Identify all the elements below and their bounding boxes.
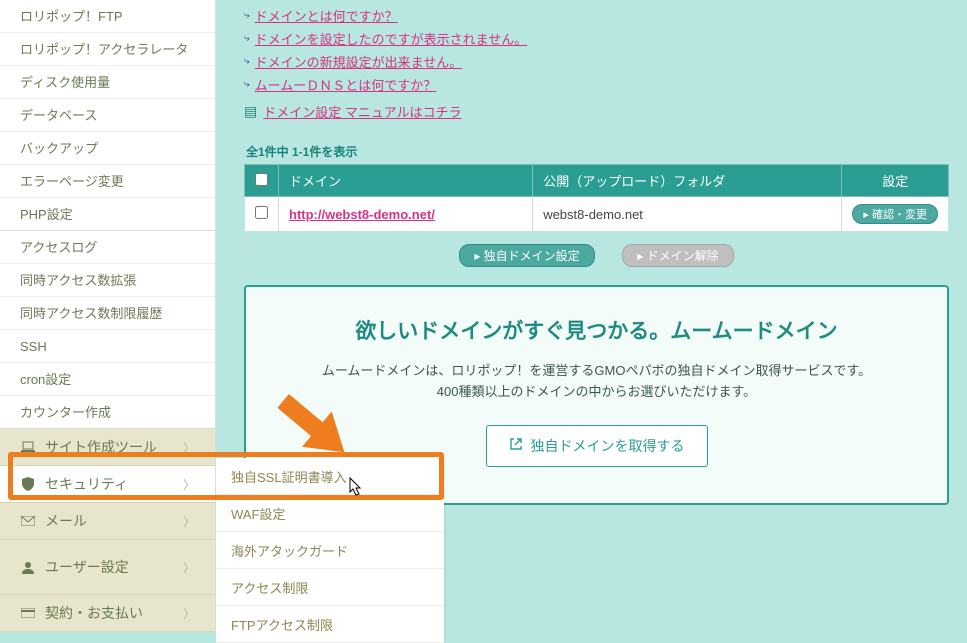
sidebar: ロリポップ！FTP ロリポップ！アクセラレータ ディスク使用量 データベース バ… (0, 0, 216, 632)
cat-site-tools[interactable]: サイト作成ツール 〉 (0, 429, 215, 466)
cat-label: セキュリティ (45, 474, 183, 494)
side-errorpage[interactable]: エラーページ変更 (0, 165, 215, 198)
domain-release-button[interactable]: ▸ ドメイン解除 (622, 244, 733, 267)
chevron-right-icon: 〉 (183, 513, 195, 530)
cat-user[interactable]: ユーザー設定 〉 (0, 540, 215, 595)
manual-link[interactable]: ドメイン設定 マニュアルはコチラ (263, 102, 461, 121)
side-php[interactable]: PHP設定 (0, 198, 215, 231)
side-ftp[interactable]: ロリポップ！FTP (0, 0, 215, 33)
mail-icon (20, 516, 35, 526)
cat-billing[interactable]: 契約・お支払い 〉 (0, 595, 215, 632)
bullet-icon: ⤷ (244, 56, 250, 67)
th-checkbox (245, 165, 279, 197)
folder-cell: webst8-demo.net (533, 197, 842, 232)
side-cron[interactable]: cron設定 (0, 363, 215, 396)
table-row: http://webst8-demo.net/ webst8-demo.net … (245, 197, 949, 232)
own-domain-settings-button[interactable]: ▸ 独自ドメイン設定 (459, 244, 594, 267)
th-domain: ドメイン (279, 165, 533, 197)
side-accesslog[interactable]: アクセスログ (0, 231, 215, 264)
faq-link-4[interactable]: ムームーＤＮＳとは何ですか？ (255, 75, 437, 94)
card-icon (20, 608, 35, 618)
promo-cta-label: 独自ドメインを取得する (531, 436, 685, 456)
get-domain-button[interactable]: 独自ドメインを取得する (486, 425, 708, 467)
side-counter[interactable]: カウンター作成 (0, 396, 215, 429)
domain-link[interactable]: http://webst8-demo.net/ (289, 207, 435, 222)
domain-table: ドメイン 公開（アップロード）フォルダ 設定 http://webst8-dem… (244, 164, 949, 232)
faq-link-3[interactable]: ドメインの新規設定が出来ません。 (255, 52, 463, 71)
chevron-right-icon: 〉 (183, 559, 195, 576)
submenu-attack-guard[interactable]: 海外アタックガード (216, 532, 444, 569)
faq-link-2[interactable]: ドメインを設定したのですが表示されません。 (255, 29, 528, 48)
user-icon (20, 561, 35, 574)
select-all-checkbox[interactable] (255, 173, 268, 186)
promo-title: 欲しいドメインがすぐ見つかる。ムームードメイン (270, 315, 923, 345)
submenu-ftp-access[interactable]: FTPアクセス制限 (216, 606, 444, 643)
submenu-access[interactable]: アクセス制限 (216, 569, 444, 606)
cat-label: 契約・お支払い (45, 603, 183, 623)
submenu-ssl[interactable]: 独自SSL証明書導入 (216, 458, 444, 495)
side-ssh[interactable]: SSH (0, 330, 215, 363)
th-settings: 設定 (842, 165, 949, 197)
side-backup[interactable]: バックアップ (0, 132, 215, 165)
chevron-right-icon: 〉 (183, 605, 195, 622)
table-actions: ▸ 独自ドメイン設定 ▸ ドメイン解除 (244, 244, 949, 267)
faq-link-1[interactable]: ドメインとは何ですか？ (255, 6, 398, 25)
bullet-icon: ⤷ (244, 79, 250, 90)
external-link-icon (509, 437, 523, 454)
cat-security[interactable]: セキュリティ 〉 (0, 466, 215, 503)
chevron-right-icon: 〉 (183, 476, 195, 493)
side-disk[interactable]: ディスク使用量 (0, 66, 215, 99)
confirm-change-button[interactable]: ▸ 確認・変更 (852, 204, 938, 224)
cat-mail[interactable]: メール 〉 (0, 503, 215, 540)
submenu-waf[interactable]: WAF設定 (216, 495, 444, 532)
shield-icon (20, 477, 35, 491)
doc-icon: ▤ (244, 103, 257, 120)
bullet-icon: ⤷ (244, 10, 250, 21)
table-count: 全1件中 1-1件を表示 (246, 143, 949, 160)
faq-list: ⤷ ドメインとは何ですか？ ⤷ ドメインを設定したのですが表示されません。 ⤷ ドメイ… (244, 4, 949, 121)
th-folder: 公開（アップロード）フォルダ (533, 165, 842, 197)
cat-label: サイト作成ツール (45, 437, 183, 457)
security-submenu: 独自SSL証明書導入 WAF設定 海外アタックガード アクセス制限 FTPアクセ… (216, 458, 444, 643)
cat-label: ユーザー設定 (45, 557, 183, 577)
chevron-right-icon: 〉 (183, 439, 195, 456)
side-concurrent-hist[interactable]: 同時アクセス数制限履歴 (0, 297, 215, 330)
side-db[interactable]: データベース (0, 99, 215, 132)
promo-text-1: ムームードメインは、ロリポップ！を運営するGMOペパボの独自ドメイン取得サービス… (270, 361, 923, 382)
promo-text-2: 400種類以上のドメインの中からお選びいただけます。 (270, 382, 923, 403)
cat-label: メール (45, 511, 183, 531)
bullet-icon: ⤷ (244, 33, 250, 44)
laptop-icon (20, 441, 35, 453)
side-concurrent-ext[interactable]: 同時アクセス数拡張 (0, 264, 215, 297)
side-accelerator[interactable]: ロリポップ！アクセラレータ (0, 33, 215, 66)
row-checkbox[interactable] (255, 206, 268, 219)
